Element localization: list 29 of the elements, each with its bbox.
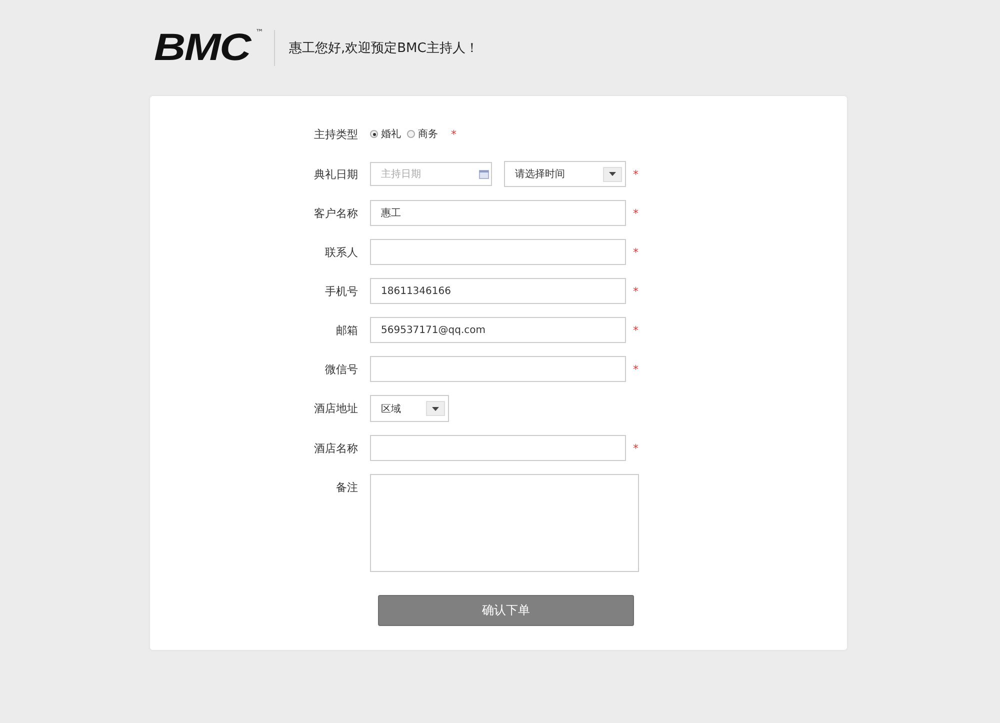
field-label: 酒店地址 bbox=[313, 401, 358, 416]
required-mark: * bbox=[633, 246, 638, 258]
required-mark: * bbox=[633, 324, 638, 336]
required-mark: * bbox=[633, 442, 638, 454]
required-mark: * bbox=[633, 206, 638, 220]
radio-label: 婚礼 bbox=[381, 128, 401, 141]
required-mark: * bbox=[451, 128, 456, 140]
time-select[interactable]: 请选择时间 bbox=[504, 161, 626, 187]
input-field[interactable]: 惠工 bbox=[370, 200, 626, 226]
input-field[interactable]: 18611346166 bbox=[370, 278, 626, 304]
field-label: 微信号 bbox=[324, 362, 358, 376]
field-label: 酒店名称 bbox=[313, 440, 358, 456]
required-mark: * bbox=[633, 362, 638, 376]
field-label: 备注 bbox=[335, 480, 358, 495]
trademark: ™ bbox=[256, 28, 264, 37]
region-select[interactable]: 区域 bbox=[370, 395, 449, 422]
required-mark: * bbox=[633, 284, 638, 298]
field-label: 客户名称 bbox=[313, 206, 358, 220]
field-label: 主持类型 bbox=[313, 126, 358, 142]
radio-label: 商务 bbox=[418, 128, 438, 141]
field-label: 手机号 bbox=[324, 284, 358, 298]
required-mark: * bbox=[633, 168, 638, 180]
field-label: 邮箱 bbox=[335, 322, 358, 338]
input-field[interactable]: 569537171@qq.com bbox=[370, 317, 626, 343]
field-label: 典礼日期 bbox=[313, 166, 358, 182]
submit-button[interactable]: 确认下单 bbox=[378, 595, 634, 626]
greeting: 惠工您好,欢迎预定BMC主持人！ bbox=[289, 40, 478, 57]
field-label: 联系人 bbox=[324, 244, 358, 260]
logo: BMC bbox=[154, 28, 250, 68]
